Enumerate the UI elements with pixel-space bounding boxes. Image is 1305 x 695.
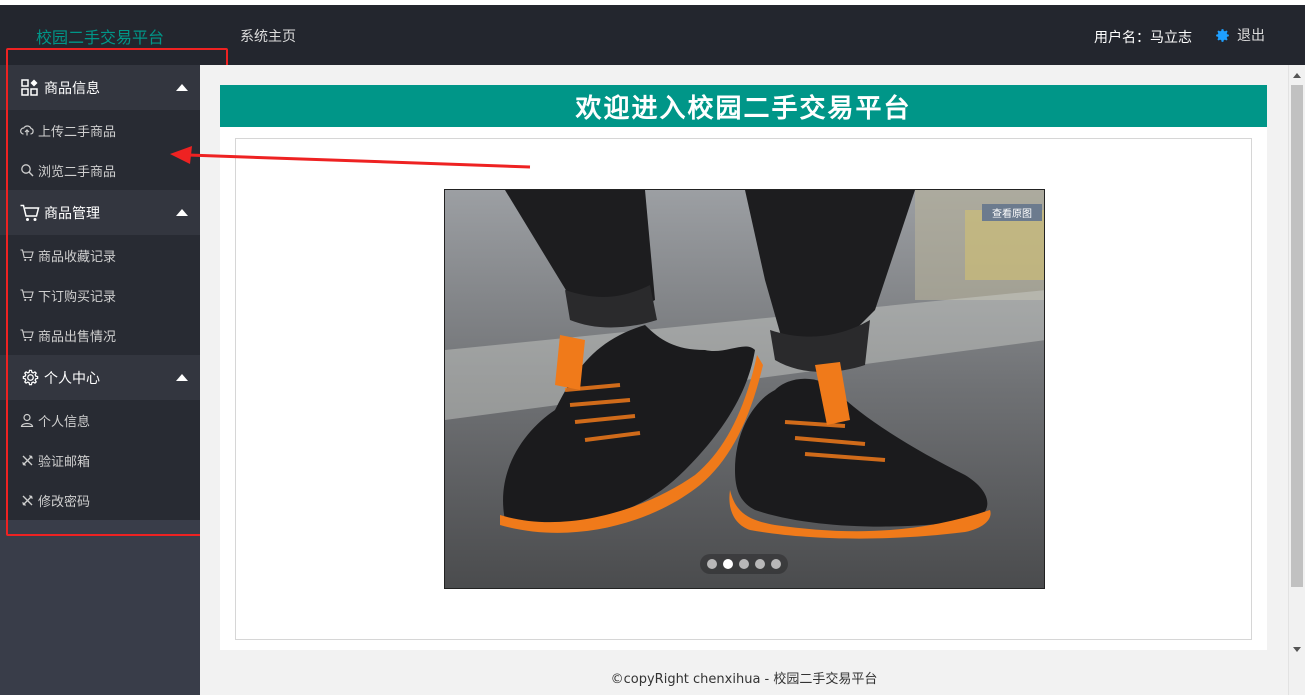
product-carousel[interactable]: 查看原图 [444, 189, 1045, 589]
annotation-highlight-box [6, 48, 228, 536]
carousel-dot[interactable] [707, 559, 717, 569]
carousel-dot[interactable] [771, 559, 781, 569]
main-content: 欢迎进入校园二手交易平台 查看原图 [200, 65, 1288, 695]
nav-home-link[interactable]: 系统主页 [240, 26, 296, 46]
carousel-frame: 查看原图 [235, 138, 1252, 640]
carousel-dot[interactable] [755, 559, 765, 569]
app-logo[interactable]: 校园二手交易平台 [36, 24, 164, 48]
sneaker-photo [445, 190, 1044, 588]
vertical-scrollbar[interactable] [1288, 65, 1305, 695]
welcome-panel: 欢迎进入校园二手交易平台 查看原图 [220, 85, 1267, 650]
scroll-up-icon[interactable] [1293, 73, 1301, 78]
carousel-dot[interactable] [739, 559, 749, 569]
carousel-indicators [700, 554, 788, 574]
welcome-banner: 欢迎进入校园二手交易平台 [220, 85, 1267, 127]
logout-button[interactable]: 退出 [1214, 25, 1265, 45]
footer-copyright: ©copyRight chenxihua - 校园二手交易平台 [610, 672, 878, 687]
view-original-button[interactable]: 查看原图 [982, 204, 1042, 221]
username-label: 用户名：马立志 [1094, 30, 1192, 46]
logout-label: 退出 [1237, 28, 1265, 44]
scrollbar-thumb[interactable] [1291, 85, 1303, 587]
gear-icon [1214, 27, 1231, 44]
carousel-dot-active[interactable] [723, 559, 733, 569]
scroll-down-icon[interactable] [1293, 647, 1301, 652]
